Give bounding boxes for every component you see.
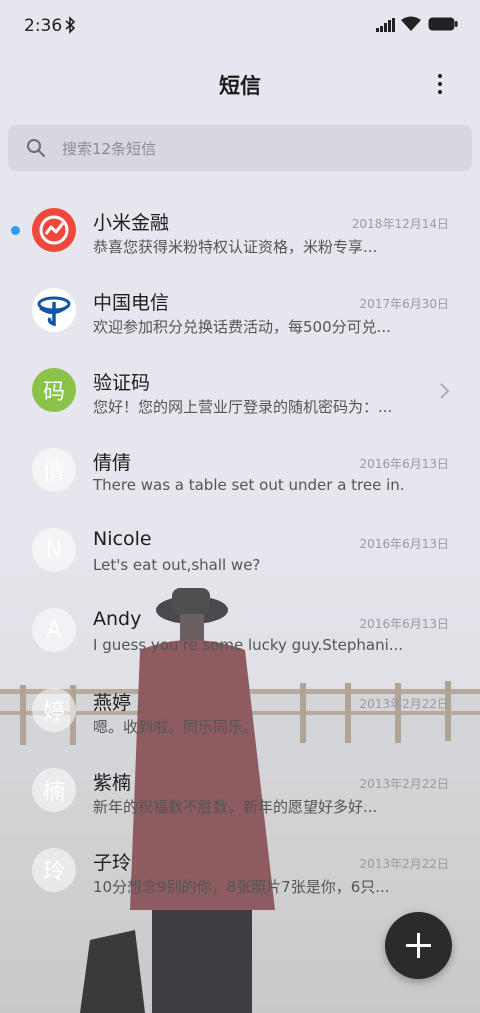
conversation-preview: 您好！您的网上营业厅登录的随机密码为：...: [93, 398, 393, 416]
conversation-preview: 欢迎参加积分兑换话费活动，每500分可兑...: [93, 318, 391, 336]
conversation-date: 2013年2月22日: [359, 697, 449, 711]
more-options-button[interactable]: [424, 68, 456, 100]
xiaomi-finance-avatar: [32, 208, 76, 252]
avatar: N: [32, 528, 76, 572]
avatar: 玲: [32, 848, 76, 892]
page-title: 短信: [219, 74, 261, 98]
signal-icon: [376, 18, 395, 32]
conversation-name: 中国电信: [93, 292, 170, 314]
conversation-date: 2016年6月13日: [359, 617, 449, 631]
chevron-right-icon: [440, 383, 450, 399]
conversation-item[interactable]: 中国电信 2017年6月30日 欢迎参加积分兑换话费活动，每500分可兑...: [0, 260, 480, 340]
avatar: A: [32, 608, 76, 652]
conversation-date: 2016年6月13日: [359, 457, 449, 471]
bluetooth-icon: [65, 16, 76, 34]
avatar: 倩: [32, 448, 76, 492]
conversation-name: 燕婷: [93, 692, 132, 714]
conversation-name: 验证码: [93, 372, 151, 394]
conversation-preview: Let's eat out,shall we?: [93, 556, 261, 574]
xiaomi-finance-logo-icon: [39, 215, 69, 245]
status-bar: 2:36: [0, 0, 480, 52]
conversation-item[interactable]: 倩 倩倩 2016年6月13日 There was a table set ou…: [0, 420, 480, 500]
wifi-icon: [401, 16, 421, 31]
conversation-name: 小米金融: [93, 212, 170, 234]
conversation-preview: 10分想念9别的你，8张照片7张是你，6只...: [93, 878, 390, 896]
plus-icon: [406, 933, 431, 958]
china-telecom-avatar: [32, 288, 76, 332]
conversation-date: 2017年6月30日: [359, 297, 449, 311]
search-input[interactable]: 搜索12条短信: [8, 125, 472, 171]
avatar: 婷: [32, 688, 76, 732]
conversation-item[interactable]: 玲 子玲 2013年2月22日 10分想念9别的你，8张照片7张是你，6只...: [0, 820, 480, 900]
search-icon: [27, 139, 45, 157]
conversation-name: 紫楠: [93, 772, 132, 794]
conversation-item[interactable]: N Nicole 2016年6月13日 Let's eat out,shall …: [0, 500, 480, 580]
conversation-name: Andy: [93, 608, 142, 630]
unread-indicator: [11, 226, 20, 235]
conversation-item[interactable]: 楠 紫楠 2013年2月22日 新年的祝福数不胜数，新年的愿望好多好...: [0, 740, 480, 820]
avatar: 楠: [32, 768, 76, 812]
conversation-preview: 新年的祝福数不胜数，新年的愿望好多好...: [93, 798, 378, 816]
conversation-date: 2013年2月22日: [359, 857, 449, 871]
conversation-preview: I guess you're some lucky guy.Stephani..…: [93, 636, 403, 654]
search-placeholder: 搜索12条短信: [62, 140, 157, 158]
china-telecom-logo-icon: [37, 296, 71, 327]
conversation-date: 2013年2月22日: [359, 777, 449, 791]
battery-icon: [428, 17, 458, 31]
conversation-name: 倩倩: [93, 452, 132, 474]
conversation-preview: There was a table set out under a tree i…: [93, 476, 403, 494]
conversation-name: 子玲: [93, 852, 132, 874]
conversation-item[interactable]: 小米金融 2018年12月14日 恭喜您获得米粉特权认证资格，米粉专享...: [0, 180, 480, 260]
conversation-preview: 嗯。收到啦。同乐同乐。: [93, 718, 259, 736]
conversation-preview: 恭喜您获得米粉特权认证资格，米粉专享...: [93, 238, 378, 256]
new-message-button[interactable]: [385, 912, 452, 979]
avatar: 码: [32, 368, 76, 412]
status-time: 2:36: [24, 16, 63, 36]
conversation-item[interactable]: 婷 燕婷 2013年2月22日 嗯。收到啦。同乐同乐。: [0, 660, 480, 740]
app-bar: 短信: [0, 60, 480, 108]
conversation-date: 2016年6月13日: [359, 537, 449, 551]
conversation-item[interactable]: 码 验证码 您好！您的网上营业厅登录的随机密码为：...: [0, 340, 480, 420]
conversation-date: 2018年12月14日: [351, 217, 449, 231]
conversation-name: Nicole: [93, 528, 152, 550]
conversation-item[interactable]: A Andy 2016年6月13日 I guess you're some lu…: [0, 580, 480, 660]
